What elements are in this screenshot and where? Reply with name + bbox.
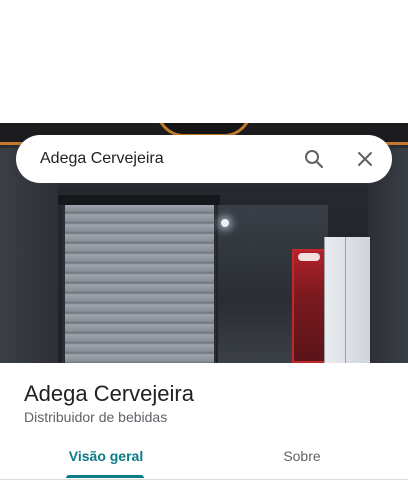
search-input[interactable]: Adega Cervejeira <box>40 135 164 183</box>
tab-overview[interactable]: Visão geral <box>66 436 146 478</box>
place-tabs: Visão geral Sobre <box>0 436 408 480</box>
search-box[interactable]: Adega Cervejeira <box>16 135 392 183</box>
fridge-label <box>298 253 320 261</box>
close-icon[interactable] <box>353 147 377 171</box>
tab-selected-indicator <box>66 475 144 478</box>
place-title: Adega Cervejeira <box>24 381 194 406</box>
tab-about[interactable]: Sobre <box>272 436 332 478</box>
rolling-shutter <box>62 205 216 363</box>
ceiling-light <box>221 219 229 227</box>
white-cabinet <box>324 237 370 363</box>
drinks-fridge <box>292 249 326 363</box>
shutter-housing <box>58 195 220 205</box>
search-icon[interactable] <box>302 147 326 171</box>
place-category[interactable]: Distribuidor de bebidas <box>24 408 167 426</box>
